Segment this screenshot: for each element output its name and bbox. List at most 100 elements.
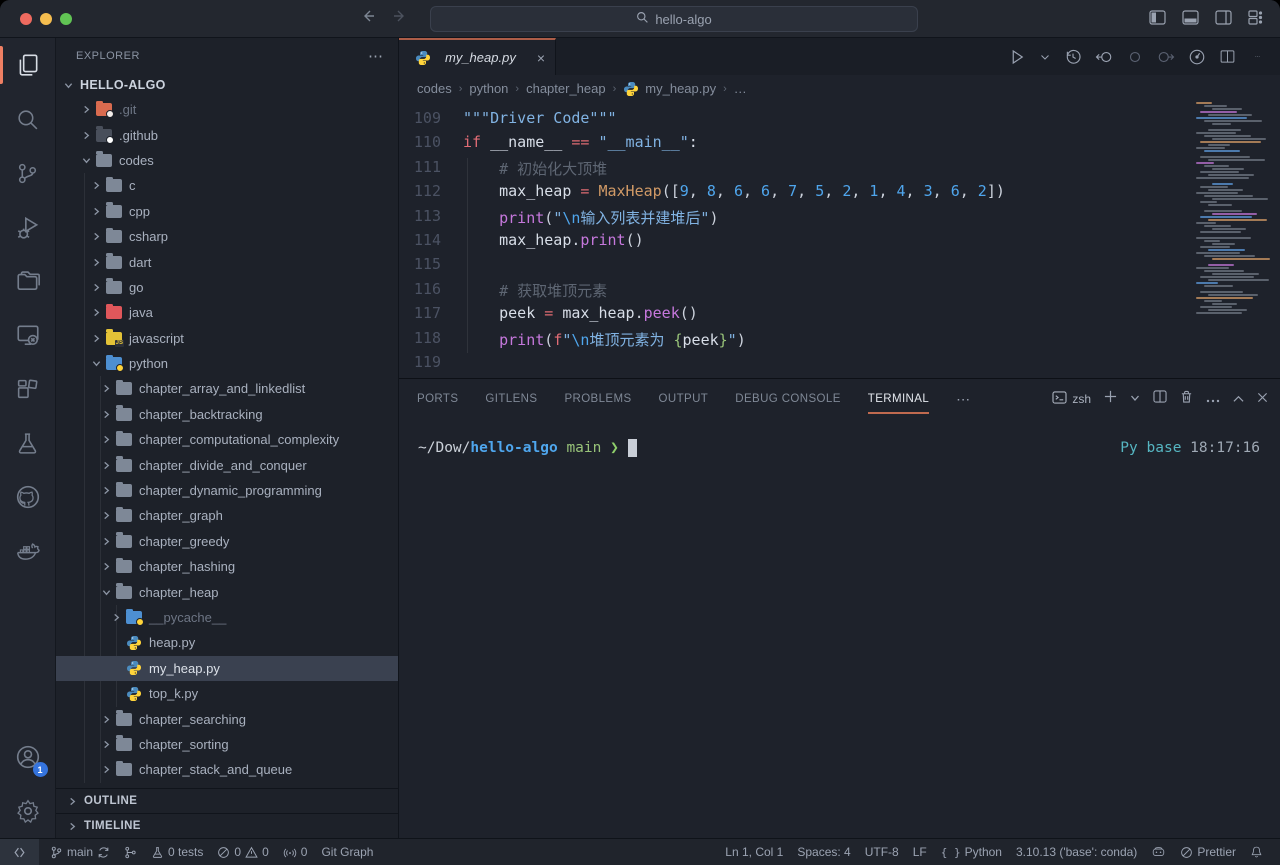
tree-item-chapter-sorting[interactable]: chapter_sorting (56, 732, 398, 757)
statusbar-copilot[interactable] (1144, 845, 1173, 859)
code-line-119[interactable]: 119 (399, 353, 1280, 377)
statusbar-remote-indicator[interactable] (0, 839, 39, 865)
split-terminal-icon[interactable] (1153, 390, 1167, 408)
close-window-button[interactable] (20, 13, 32, 25)
breadcrumb-item[interactable]: … (734, 81, 747, 96)
statusbar-feedback[interactable]: 0 (276, 839, 315, 865)
outline-section[interactable]: OUTLINE (56, 788, 398, 813)
statusbar-git-graph[interactable]: Git Graph (314, 839, 380, 865)
panel-tab-debug-console[interactable]: DEBUG CONSOLE (735, 379, 841, 419)
tree-item-chapter-backtracking[interactable]: chapter_backtracking (56, 402, 398, 427)
close-panel-icon[interactable] (1257, 390, 1268, 408)
activity-extensions-icon[interactable] (0, 362, 56, 416)
tree-item-github[interactable]: .github (56, 122, 398, 147)
activity-search-icon[interactable] (0, 92, 56, 146)
code-line-112[interactable]: 112 max_heap = MaxHeap([9, 8, 6, 6, 7, 5… (399, 182, 1280, 206)
statusbar-prettier[interactable]: Prettier (1173, 845, 1243, 859)
panel-tab-output[interactable]: OUTPUT (659, 379, 709, 419)
graph-icon[interactable] (1188, 48, 1206, 66)
panel-more-actions-icon[interactable] (1206, 390, 1220, 408)
code-editor[interactable]: 109"""Driver Code"""110if __name__ == "_… (399, 102, 1280, 378)
tree-item-javascript[interactable]: JSjavascript (56, 326, 398, 351)
statusbar-git-graph-icon[interactable] (117, 839, 144, 865)
breadcrumb-item[interactable]: python (469, 81, 508, 96)
statusbar-problems[interactable]: 00 (210, 839, 275, 865)
statusbar-eol[interactable]: LF (906, 845, 934, 859)
activity-explorer-icon[interactable] (0, 38, 56, 92)
code-line-117[interactable]: 117 peek = max_heap.peek() (399, 304, 1280, 328)
customize-layout-icon[interactable] (1248, 10, 1264, 25)
panel-tab-problems[interactable]: PROBLEMS (564, 379, 631, 419)
next-change-icon[interactable] (1157, 48, 1175, 66)
tree-item-chapter-searching[interactable]: chapter_searching (56, 706, 398, 731)
new-terminal-icon[interactable] (1104, 390, 1117, 408)
breadcrumb-item[interactable]: codes (417, 81, 452, 96)
tree-item-python[interactable]: python (56, 351, 398, 376)
panel-tab-ports[interactable]: PORTS (417, 379, 458, 419)
statusbar-branch-main[interactable]: main (43, 839, 117, 865)
statusbar-notifications[interactable] (1243, 845, 1270, 859)
tree-item-chapter-computational-complexity[interactable]: chapter_computational_complexity (56, 427, 398, 452)
tree-item-chapter-divide-and-conquer[interactable]: chapter_divide_and_conquer (56, 452, 398, 477)
activity-remote-explorer-icon[interactable] (0, 308, 56, 362)
tree-item-java[interactable]: java (56, 300, 398, 325)
tab-my-heap-py[interactable]: my_heap.py × (399, 38, 556, 75)
panel-tab-terminal[interactable]: TERMINAL (868, 379, 929, 419)
statusbar-language-mode[interactable]: { }Python (934, 845, 1009, 859)
breadcrumb-item[interactable]: my_heap.py (645, 81, 716, 96)
split-editor-icon[interactable] (1219, 48, 1236, 65)
command-center-search[interactable]: hello-algo (430, 6, 918, 32)
activity-source-control-icon[interactable] (0, 146, 56, 200)
statusbar-python-interpreter[interactable]: 3.10.13 ('base': conda) (1009, 845, 1144, 859)
activity-folder-library-icon[interactable] (0, 254, 56, 308)
activity-github-icon[interactable] (0, 470, 56, 524)
back-icon[interactable] (360, 8, 376, 29)
toggle-panel-icon[interactable] (1182, 10, 1199, 25)
tree-item-codes[interactable]: codes (56, 148, 398, 173)
tree-item-my-heap-py[interactable]: my_heap.py (56, 656, 398, 681)
activity-settings-icon[interactable] (0, 784, 56, 838)
tree-item-chapter-hashing[interactable]: chapter_hashing (56, 554, 398, 579)
timeline-section[interactable]: TIMELINE (56, 813, 398, 838)
more-icon[interactable] (1249, 54, 1266, 59)
launch-profile-chevron-icon[interactable] (1130, 390, 1140, 408)
maximize-panel-icon[interactable] (1233, 390, 1244, 408)
terminal-content[interactable]: ~/Dow/hello-algo main ❯ Py base 18:17:16 (399, 419, 1280, 838)
statusbar-tests[interactable]: 0 tests (144, 839, 210, 865)
tree-item-top-k-py[interactable]: top_k.py (56, 681, 398, 706)
panel-tabs-overflow-icon[interactable]: ⋯ (956, 391, 971, 408)
tree-item-chapter-dynamic-programming[interactable]: chapter_dynamic_programming (56, 478, 398, 503)
statusbar-indentation[interactable]: Spaces: 4 (790, 845, 857, 859)
change-icon[interactable] (1126, 48, 1144, 66)
activity-docker-icon[interactable] (0, 524, 56, 578)
statusbar-cursor-position[interactable]: Ln 1, Col 1 (718, 845, 790, 859)
toggle-secondary-sidebar-icon[interactable] (1215, 10, 1232, 25)
tree-item-go[interactable]: go (56, 275, 398, 300)
tree-item-chapter-greedy[interactable]: chapter_greedy (56, 529, 398, 554)
panel-tab-gitlens[interactable]: GITLENS (485, 379, 537, 419)
tree-item-dart[interactable]: dart (56, 249, 398, 274)
statusbar-encoding[interactable]: UTF-8 (858, 845, 906, 859)
close-tab-icon[interactable]: × (537, 50, 545, 66)
tree-root-hello-algo[interactable]: HELLO-ALGO (56, 73, 398, 97)
kill-terminal-icon[interactable] (1180, 390, 1193, 409)
history-icon[interactable] (1064, 48, 1082, 66)
breadcrumb-item[interactable]: chapter_heap (526, 81, 606, 96)
code-line-110[interactable]: 110if __name__ == "__main__": (399, 133, 1280, 157)
run-icon[interactable] (1008, 48, 1026, 66)
minimize-window-button[interactable] (40, 13, 52, 25)
code-line-116[interactable]: 116 # 获取堆顶元素 (399, 280, 1280, 304)
activity-testing-icon[interactable] (0, 416, 56, 470)
minimap[interactable] (1196, 102, 1274, 334)
code-line-114[interactable]: 114 max_heap.print() (399, 231, 1280, 255)
code-line-109[interactable]: 109"""Driver Code""" (399, 109, 1280, 133)
code-line-113[interactable]: 113 print("\n输入列表并建堆后") (399, 207, 1280, 231)
tree-item-cpp[interactable]: cpp (56, 199, 398, 224)
explorer-more-actions-icon[interactable]: ⋯ (368, 47, 384, 65)
code-line-115[interactable]: 115 (399, 255, 1280, 279)
code-line-118[interactable]: 118 print(f"\n堆顶元素为 {peek}") (399, 329, 1280, 353)
tree-item-chapter-graph[interactable]: chapter_graph (56, 503, 398, 528)
tree-item-chapter-stack-and-queue[interactable]: chapter_stack_and_queue (56, 757, 398, 782)
toggle-sidebar-icon[interactable] (1149, 10, 1166, 25)
chevron-down-icon[interactable] (1039, 51, 1051, 63)
